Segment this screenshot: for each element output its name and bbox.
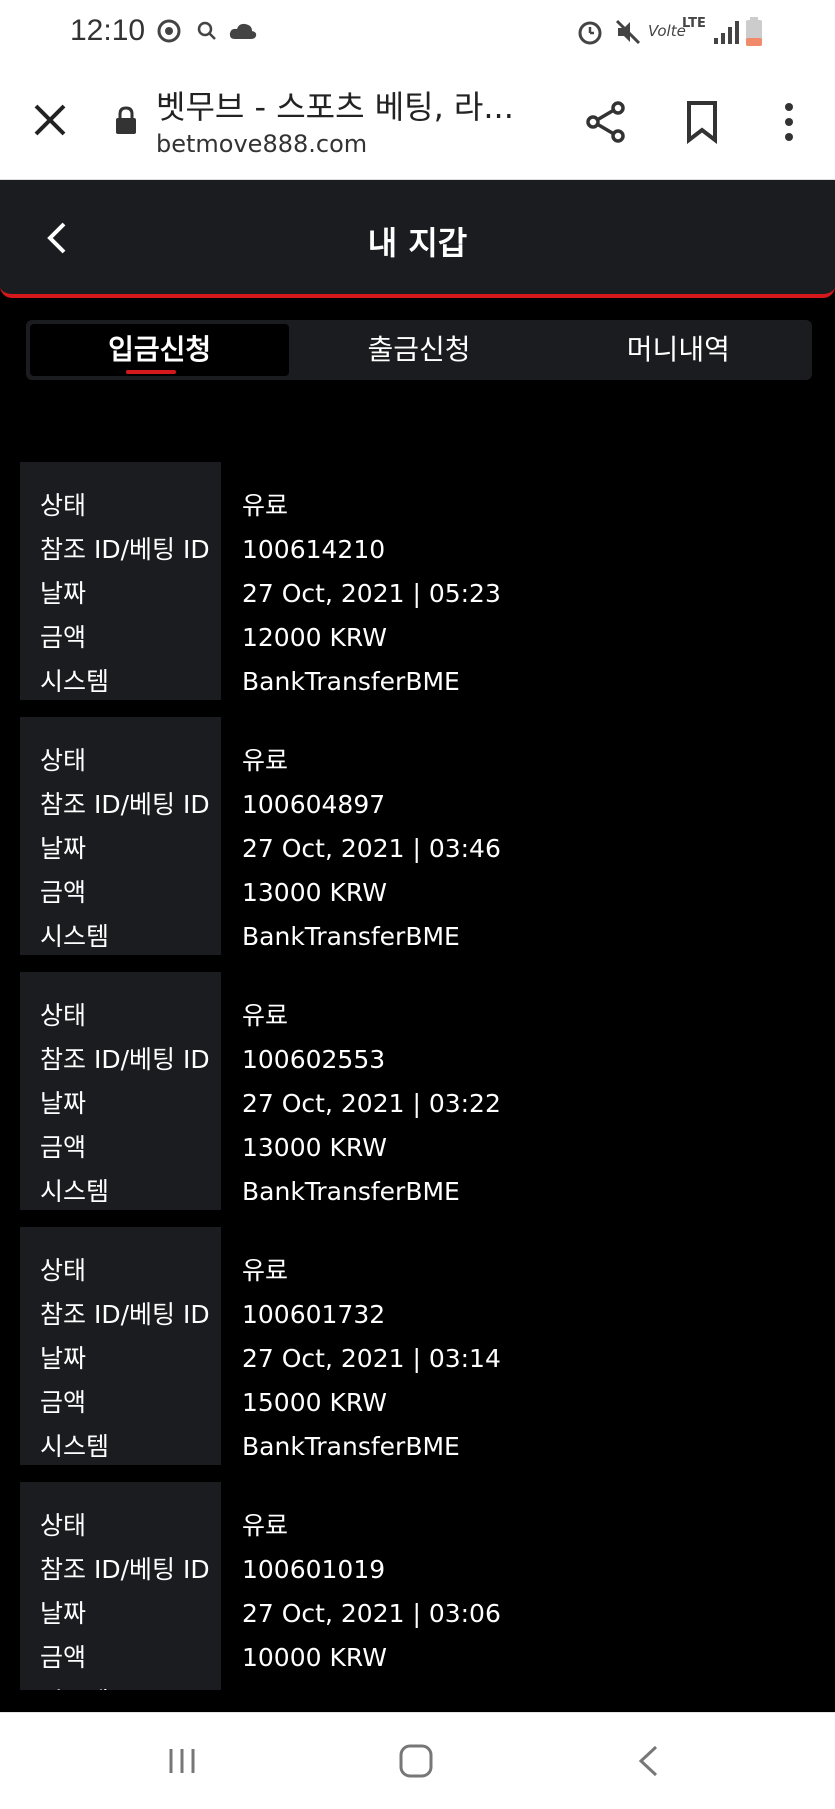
ref-id-label: 참조 ID/베팅 ID — [40, 1045, 210, 1074]
date-label: 날짜 — [40, 1089, 87, 1118]
record-values: 유료 100614210 27 Oct, 2021 | 05:23 12000 … — [242, 462, 501, 704]
date-value: 27 Oct, 2021 | 03:14 — [242, 1344, 501, 1373]
browser-toolbar: 벳무브 - 스포츠 베팅, 라... betmove888.com — [0, 66, 835, 180]
search-icon — [197, 21, 216, 40]
alarm-icon — [578, 21, 602, 45]
system-value: BankTransferBME — [242, 1680, 501, 1690]
back-icon[interactable] — [636, 1743, 660, 1779]
lock-icon[interactable] — [114, 106, 138, 136]
date-label: 날짜 — [40, 1599, 87, 1628]
app-header: 내 지갑 — [0, 180, 835, 298]
date-value: 27 Oct, 2021 | 03:06 — [242, 1599, 501, 1628]
status-value: 유료 — [242, 1511, 289, 1540]
amount-value: 15000 KRW — [242, 1388, 387, 1417]
network-label: LTE — [682, 16, 706, 31]
share-icon[interactable] — [584, 100, 628, 144]
date-value: 27 Oct, 2021 | 05:23 — [242, 579, 501, 608]
amount-label: 금액 — [40, 1388, 87, 1417]
ref-id-value: 100614210 — [242, 535, 386, 564]
record-values: 유료 100602553 27 Oct, 2021 | 03:22 13000 … — [242, 972, 501, 1214]
transaction-list: 상태 참조 ID/베팅 ID 날짜 금액 시스템 유료 100614210 27… — [20, 462, 815, 1690]
record-labels: 상태 참조 ID/베팅 ID 날짜 금액 시스템 — [20, 1482, 221, 1690]
date-label: 날짜 — [40, 579, 87, 608]
amount-label: 금액 — [40, 1133, 87, 1162]
status-time: 12:10 — [70, 14, 146, 47]
ref-id-value: 100601019 — [242, 1555, 386, 1584]
system-value: BankTransferBME — [242, 1177, 460, 1206]
signal-icon — [714, 21, 739, 44]
sync-icon — [157, 19, 181, 43]
ref-id-label: 참조 ID/베팅 ID — [40, 1555, 210, 1584]
cloud-icon — [229, 23, 257, 39]
status-label: 상태 — [40, 1511, 87, 1540]
date-value: 27 Oct, 2021 | 03:22 — [242, 1089, 501, 1118]
ref-id-value: 100601732 — [242, 1300, 386, 1329]
status-value: 유료 — [242, 491, 289, 520]
record-labels: 상태 참조 ID/베팅 ID 날짜 금액 시스템 — [20, 1227, 221, 1465]
status-label: 상태 — [40, 491, 87, 520]
ref-id-label: 참조 ID/베팅 ID — [40, 790, 210, 819]
date-value: 27 Oct, 2021 | 03:46 — [242, 834, 501, 863]
system-label: 시스템 — [40, 667, 110, 696]
status-label: 상태 — [40, 1001, 87, 1030]
volte-label: Volte — [648, 22, 686, 40]
amount-label: 금액 — [40, 1643, 87, 1672]
amount-label: 금액 — [40, 878, 87, 907]
status-value: 유료 — [242, 746, 289, 775]
system-nav-bar — [0, 1712, 835, 1809]
transaction-record: 상태 참조 ID/베팅 ID 날짜 금액 시스템 유료 100601732 27… — [20, 1227, 815, 1465]
status-label: 상태 — [40, 746, 87, 775]
date-label: 날짜 — [40, 834, 87, 863]
amount-value: 12000 KRW — [242, 623, 387, 652]
ref-id-value: 100604897 — [242, 790, 386, 819]
ref-id-value: 100602553 — [242, 1045, 386, 1074]
bookmark-icon[interactable] — [684, 100, 720, 144]
wallet-tabs: 입금신청 출금신청 머니내역 — [26, 320, 812, 380]
system-label: 시스템 — [40, 1177, 110, 1206]
date-label: 날짜 — [40, 1344, 87, 1373]
wallet-title: 내 지갑 — [367, 224, 468, 262]
record-values: 유료 100601732 27 Oct, 2021 | 03:14 15000 … — [242, 1227, 501, 1469]
status-value: 유료 — [242, 1001, 289, 1030]
ref-id-label: 참조 ID/베팅 ID — [40, 535, 210, 564]
page-title[interactable]: 벳무브 - 스포츠 베팅, 라... — [156, 82, 526, 128]
ref-id-label: 참조 ID/베팅 ID — [40, 1300, 210, 1329]
transaction-record: 상태 참조 ID/베팅 ID 날짜 금액 시스템 유료 100604897 27… — [20, 717, 815, 955]
system-label: 시스템 — [40, 922, 110, 951]
mute-icon — [615, 19, 641, 45]
record-values: 유료 100601019 27 Oct, 2021 | 03:06 10000 … — [242, 1482, 501, 1690]
system-label: 시스템 — [20, 1680, 221, 1690]
status-label: 상태 — [40, 1256, 87, 1285]
tab-withdrawal-request[interactable]: 출금신청 — [289, 324, 548, 376]
tab-deposit-request[interactable]: 입금신청 — [30, 324, 290, 376]
system-label: 시스템 — [40, 1432, 110, 1461]
more-vert-icon[interactable] — [780, 100, 798, 144]
battery-icon — [746, 17, 762, 46]
record-values: 유료 100604897 27 Oct, 2021 | 03:46 13000 … — [242, 717, 501, 959]
recent-apps-icon[interactable] — [166, 1745, 198, 1777]
home-icon[interactable] — [398, 1743, 434, 1779]
record-labels: 상태 참조 ID/베팅 ID 날짜 금액 시스템 — [20, 462, 221, 700]
amount-value: 13000 KRW — [242, 1133, 387, 1162]
status-value: 유료 — [242, 1256, 289, 1285]
system-value: BankTransferBME — [242, 922, 460, 951]
amount-label: 금액 — [40, 623, 87, 652]
page-url[interactable]: betmove888.com — [156, 130, 367, 158]
amount-value: 13000 KRW — [242, 878, 387, 907]
system-value: BankTransferBME — [242, 667, 460, 696]
status-bar: 12:10 Volte LTE — [0, 0, 835, 66]
amount-value: 10000 KRW — [242, 1643, 387, 1672]
record-labels: 상태 참조 ID/베팅 ID 날짜 금액 시스템 — [20, 717, 221, 955]
transaction-record: 상태 참조 ID/베팅 ID 날짜 금액 시스템 유료 100602553 27… — [20, 972, 815, 1210]
transaction-record: 상태 참조 ID/베팅 ID 날짜 금액 시스템 유료 100614210 27… — [20, 462, 815, 700]
system-value: BankTransferBME — [242, 1432, 460, 1461]
tab-money-history[interactable]: 머니내역 — [549, 324, 808, 376]
close-icon[interactable] — [30, 100, 70, 140]
transaction-record: 상태 참조 ID/베팅 ID 날짜 금액 시스템 유료 100601019 27… — [20, 1482, 815, 1690]
record-labels: 상태 참조 ID/베팅 ID 날짜 금액 시스템 — [20, 972, 221, 1210]
